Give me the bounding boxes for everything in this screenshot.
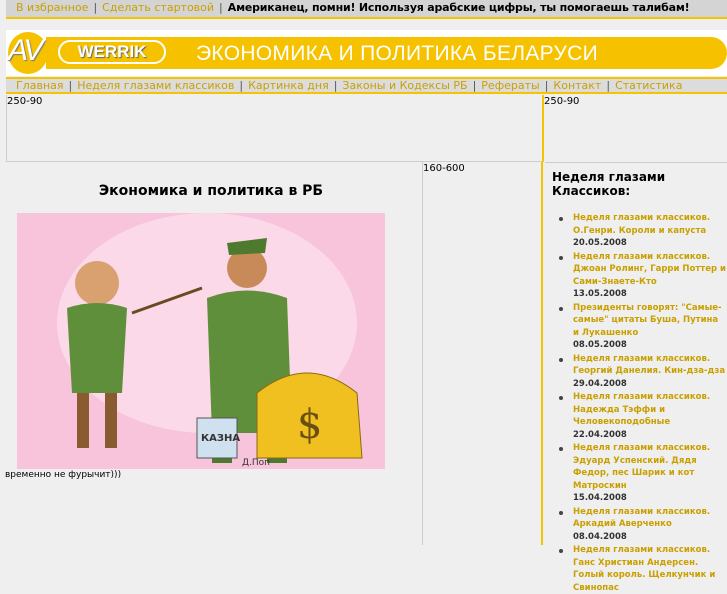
- image-caption: временно не фурычит))): [5, 470, 122, 480]
- article-link[interactable]: Неделя глазами классиков. Ганс Христиан …: [573, 545, 715, 593]
- article-link[interactable]: Неделя глазами классиков. Георгий Данели…: [573, 354, 725, 377]
- article-date: 22.04.2008: [573, 429, 627, 440]
- logo-av: AV: [8, 34, 43, 67]
- list-item: Неделя глазами классиков. Ганс Христиан …: [559, 544, 727, 594]
- sidebar-title: Неделя глазами Классиков:: [552, 170, 666, 198]
- article-date: 15.04.2008: [573, 493, 627, 503]
- set-homepage-link[interactable]: Сделать стартовой: [102, 1, 214, 14]
- logo-werrik: WERRIK: [58, 40, 166, 64]
- cartoon-image: $ КАЗНА Д.Поп: [17, 213, 385, 469]
- article-date: 20.05.2008: [573, 238, 627, 248]
- nav-picture-of-day[interactable]: Картинка дня: [248, 79, 329, 92]
- ad-slot-left[interactable]: 250-90: [6, 95, 543, 162]
- sidebar: Неделя глазами Классиков: Неделя глазами…: [545, 162, 727, 593]
- article-link[interactable]: Неделя глазами классиков. Джоан Ролинг, …: [573, 252, 726, 287]
- slogan: Американец, помни! Используя арабские ци…: [227, 1, 690, 14]
- nav-contact[interactable]: Контакт: [553, 79, 601, 92]
- list-item: Неделя глазами классиков. Аркадий Аверче…: [559, 506, 727, 544]
- article-link[interactable]: Неделя глазами классиков. Аркадий Аверче…: [573, 507, 710, 530]
- nav-laws[interactable]: Законы и Кодексы РБ: [342, 79, 467, 92]
- page-title: Экономика и политика в РБ: [98, 183, 324, 199]
- site-title: ЭКОНОМИКА И ПОЛИТИКА БЕЛАРУСИ: [196, 42, 598, 65]
- nav-classics-week[interactable]: Неделя глазами классиков: [77, 79, 234, 92]
- article-link[interactable]: Неделя глазами классиков. Эдуард Успенск…: [573, 443, 710, 491]
- list-item: Неделя глазами классиков. Надежда Тэффи …: [559, 391, 727, 441]
- separator: |: [93, 1, 98, 14]
- nav-essays[interactable]: Рефераты: [481, 79, 539, 92]
- add-to-favorites-link[interactable]: В избранное: [16, 1, 88, 14]
- article-link[interactable]: Неделя глазами классиков. Надежда Тэффи …: [573, 392, 710, 427]
- nav-home[interactable]: Главная: [16, 79, 64, 92]
- main-nav: Главная | Неделя глазами классиков | Картинк…: [6, 77, 727, 94]
- ad-slot-right[interactable]: 250-90: [542, 95, 727, 162]
- article-link[interactable]: Неделя глазами классиков. О.Генри. Корол…: [573, 213, 710, 236]
- article-date: 08.05.2008: [573, 340, 627, 350]
- ad-slot-skyscraper[interactable]: 160-600: [422, 162, 543, 545]
- list-item: Неделя глазами классиков. Георгий Данели…: [559, 353, 727, 391]
- sidebar-list: Неделя глазами классиков. О.Генри. Корол…: [559, 212, 727, 594]
- article-date: 29.04.2008: [573, 378, 627, 389]
- nav-statistics[interactable]: Статистика: [615, 79, 682, 92]
- separator: |: [219, 1, 223, 14]
- site-header: AV WERRIK ЭКОНОМИКА И ПОЛИТИКА БЕЛАРУСИ: [6, 30, 727, 76]
- list-item: Неделя глазами классиков. Эдуард Успенск…: [559, 442, 727, 505]
- cartoon-signature: Д.Поп: [242, 458, 270, 468]
- list-item: Неделя глазами классиков. Джоан Ролинг, …: [559, 251, 727, 301]
- article-date: 08.04.2008: [573, 531, 627, 542]
- top-bar: В избранное | Сделать стартовой | Американец…: [6, 0, 727, 19]
- article-date: 13.05.2008: [573, 289, 627, 299]
- list-item: Неделя глазами классиков. О.Генри. Корол…: [559, 212, 727, 250]
- svg-text:$: $: [297, 402, 322, 448]
- list-item: Президенты говорят: "Самые-самые" цитаты…: [559, 302, 727, 352]
- article-link[interactable]: Президенты говорят: "Самые-самые" цитаты…: [573, 303, 722, 338]
- cartoon-label-kazna: КАЗНА: [201, 433, 240, 444]
